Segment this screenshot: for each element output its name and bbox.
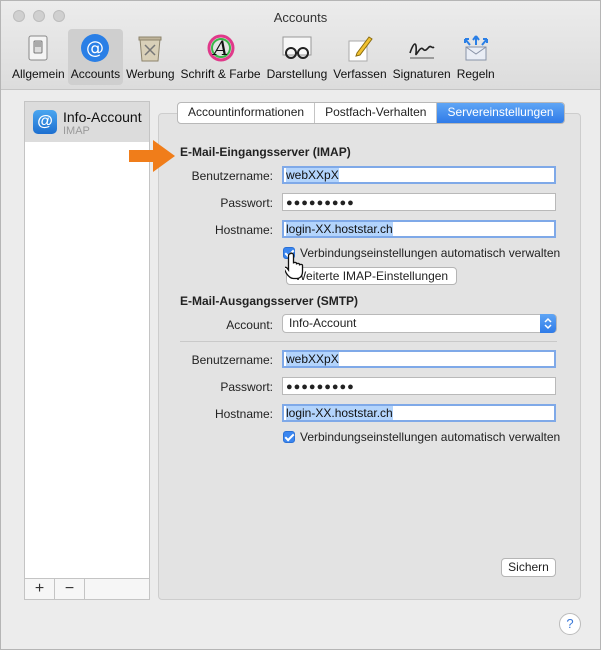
fonts-colors-icon: A — [205, 32, 237, 64]
outgoing-hostname-value: login-XX.hoststar.ch — [286, 406, 393, 420]
outgoing-hostname-field[interactable]: login-XX.hoststar.ch — [282, 404, 556, 422]
svg-text:A: A — [211, 36, 227, 60]
toolbar-label: Regeln — [456, 67, 495, 81]
svg-text:@: @ — [86, 38, 104, 59]
outgoing-username-field[interactable]: webXXpX — [282, 350, 556, 368]
title-bar: Accounts Allgemein @ Accounts Werbung A … — [1, 1, 600, 90]
hand-cursor-icon — [285, 252, 304, 280]
add-account-button[interactable]: + — [25, 579, 55, 599]
account-type: IMAP — [63, 125, 90, 137]
toolbar-regeln[interactable]: Regeln — [454, 29, 498, 85]
remove-account-button[interactable]: − — [55, 579, 85, 599]
tab-accountinformationen[interactable]: Accountinformationen — [178, 103, 316, 123]
outgoing-server-heading: E-Mail-Ausgangsserver (SMTP) — [180, 294, 359, 308]
toolbar-schrift-farbe[interactable]: A Schrift & Farbe — [178, 29, 264, 85]
incoming-hostname-field[interactable]: login-XX.hoststar.ch — [282, 220, 556, 238]
incoming-auto-label: Verbindungseinstellungen automatisch ver… — [300, 246, 561, 260]
toolbar-accounts[interactable]: @ Accounts — [67, 29, 124, 85]
at-icon: @ — [33, 110, 57, 134]
outgoing-password-value: ●●●●●●●●● — [286, 381, 355, 393]
toolbar-label: Verfassen — [333, 67, 387, 81]
incoming-password-value: ●●●●●●●●● — [286, 197, 355, 209]
toolbar-signaturen[interactable]: Signaturen — [390, 29, 454, 85]
advanced-imap-button[interactable]: Weiterte IMAP-Einstellungen — [286, 267, 457, 285]
outgoing-username-label: Benutzername: — [191, 353, 273, 367]
tab-servereinstellungen[interactable]: Servereinstellungen — [437, 103, 564, 123]
viewing-glasses-icon — [281, 32, 313, 64]
account-name: Info-Account — [63, 109, 142, 125]
outgoing-auto-label: Verbindungseinstellungen automatisch ver… — [300, 430, 561, 444]
account-list: @ Info-Account IMAP + − — [24, 101, 150, 600]
toolbar-label: Schrift & Farbe — [180, 67, 261, 81]
pencil-icon — [344, 32, 376, 64]
signature-icon — [406, 32, 438, 64]
toolbar-verfassen[interactable]: Verfassen — [330, 29, 389, 85]
preferences-toolbar: Allgemein @ Accounts Werbung A Schrift &… — [9, 29, 498, 87]
settings-tabs: Accountinformationen Postfach-Verhalten … — [177, 102, 565, 124]
incoming-password-label: Passwort: — [220, 196, 273, 210]
account-list-controls: + − — [25, 578, 149, 599]
outgoing-password-field[interactable]: ●●●●●●●●● — [282, 377, 556, 395]
toolbar-label: Allgemein — [12, 67, 65, 81]
outgoing-username-value: webXXpX — [286, 352, 339, 366]
at-icon: @ — [79, 32, 111, 64]
tab-postfach-verhalten[interactable]: Postfach-Verhalten — [315, 103, 438, 123]
switch-icon — [22, 32, 54, 64]
outgoing-account-value: Info-Account — [289, 316, 357, 330]
incoming-password-field[interactable]: ●●●●●●●●● — [282, 193, 556, 211]
toolbar-werbung[interactable]: Werbung — [123, 29, 177, 85]
section-divider — [180, 341, 557, 342]
save-button[interactable]: Sichern — [501, 558, 556, 577]
incoming-username-label: Benutzername: — [191, 169, 273, 183]
incoming-hostname-value: login-XX.hoststar.ch — [286, 222, 393, 236]
outgoing-auto-checkbox[interactable] — [283, 431, 295, 443]
orange-arrow-icon — [129, 140, 175, 172]
incoming-hostname-label: Hostname: — [214, 223, 273, 237]
outgoing-password-label: Passwort: — [220, 380, 273, 394]
incoming-username-field[interactable]: webXXpX — [282, 166, 556, 184]
toolbar-label: Signaturen — [392, 67, 451, 81]
outgoing-account-select[interactable]: Info-Account — [282, 314, 557, 333]
junk-mail-icon — [134, 32, 166, 64]
chevron-updown-icon — [540, 314, 556, 333]
incoming-server-heading: E-Mail-Eingangsserver (IMAP) — [180, 145, 351, 159]
toolbar-darstellung[interactable]: Darstellung — [264, 29, 331, 85]
account-list-item[interactable]: @ Info-Account IMAP — [25, 102, 149, 142]
toolbar-label: Werbung — [126, 67, 175, 81]
outgoing-hostname-label: Hostname: — [214, 407, 273, 421]
preferences-window: Accounts Allgemein @ Accounts Werbung A … — [0, 0, 601, 650]
window-title: Accounts — [273, 10, 328, 25]
toolbar-label: Darstellung — [266, 67, 328, 81]
incoming-username-value: webXXpX — [286, 168, 339, 182]
help-button[interactable]: ? — [559, 613, 581, 635]
rules-icon — [460, 32, 492, 64]
outgoing-account-label: Account: — [226, 318, 273, 332]
toolbar-allgemein[interactable]: Allgemein — [9, 29, 68, 85]
toolbar-label: Accounts — [70, 67, 121, 81]
